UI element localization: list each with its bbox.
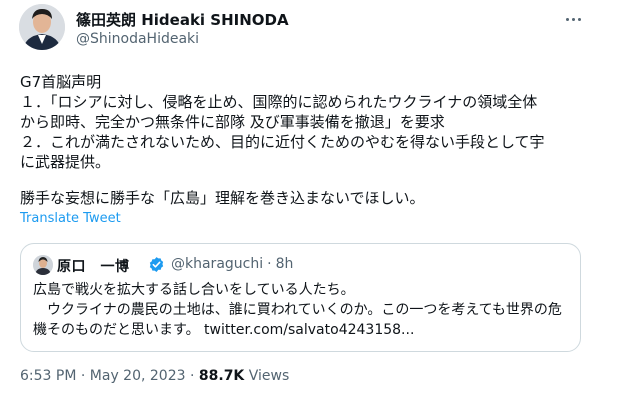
tweet-card: 篠田英朗 Hideaki SHINODA @ShinodaHideaki G7首… (0, 0, 639, 400)
quote-separator: · (267, 256, 272, 272)
quoted-tweet[interactable]: 原口 一博 @kharaguchi · 8h 広島で戦火を拡大する話し合いをしている… (20, 243, 581, 352)
author-handle[interactable]: @ShinodaHideaki (76, 31, 199, 47)
quote-author-handle: @kharaguchi (171, 256, 264, 272)
tweet-text-line: 勝手な妄想に勝手な「広島」理解を巻き込まないでほしい。 (20, 189, 425, 207)
tweet-text-line: ２．これが満たされないため、目的に近付くためのやむを得ない手段として宇 (20, 133, 545, 151)
tweet-date[interactable]: May 20, 2023 (90, 368, 186, 384)
tweet-text-line: に武器提供。 (20, 153, 111, 171)
meta-separator: · (80, 368, 86, 384)
quote-author-name: 原口 一博 (57, 259, 130, 275)
tweet-text: G7首脳声明 １．「ロシアに対し、侵略を止め、国際的に認められたウクライナの領域… (20, 72, 620, 208)
verified-badge-icon (149, 257, 164, 272)
tweet-text-line: G7首脳声明 (20, 73, 102, 91)
translate-tweet-link[interactable]: Translate Tweet (20, 211, 121, 226)
author-name[interactable]: 篠田英朗 Hideaki SHINODA (76, 9, 289, 30)
quote-author-meta: @kharaguchi · 8h (171, 256, 297, 272)
quote-text-line: 広島で戦火を拡大する話し合いをしている人たち。 (33, 282, 355, 298)
views-label: Views (248, 368, 290, 384)
tweet-text-blank-line (20, 172, 620, 188)
tweet-time[interactable]: 6:53 PM (20, 368, 76, 384)
views-count: 88.7K (198, 368, 245, 384)
quote-author-avatar (33, 255, 53, 275)
quote-text-line: ウクライナの農民の土地は、誰に買われていくのか。この一つを考えても世界の危 (33, 302, 562, 318)
tweet-text-line: １．「ロシアに対し、侵略を止め、国際的に認められたウクライナの領域全体 (20, 93, 538, 111)
quote-time: 8h (275, 256, 294, 272)
quote-text: 広島で戦火を拡大する話し合いをしている人たち。 ウクライナの農民の土地は、誰に買… (33, 280, 568, 340)
author-avatar[interactable] (19, 4, 65, 50)
more-options-icon[interactable] (560, 10, 586, 28)
tweet-text-line: から即時、完全かつ無条件に部隊 及び軍事装備を撤退」を要求 (20, 113, 445, 131)
meta-separator: · (189, 368, 195, 384)
tweet-metadata: 6:53 PM · May 20, 2023 · 88.7K Views (20, 368, 289, 384)
quote-text-line: 機そのものだと思います。 twitter.com/salvato4243158.… (33, 322, 415, 338)
